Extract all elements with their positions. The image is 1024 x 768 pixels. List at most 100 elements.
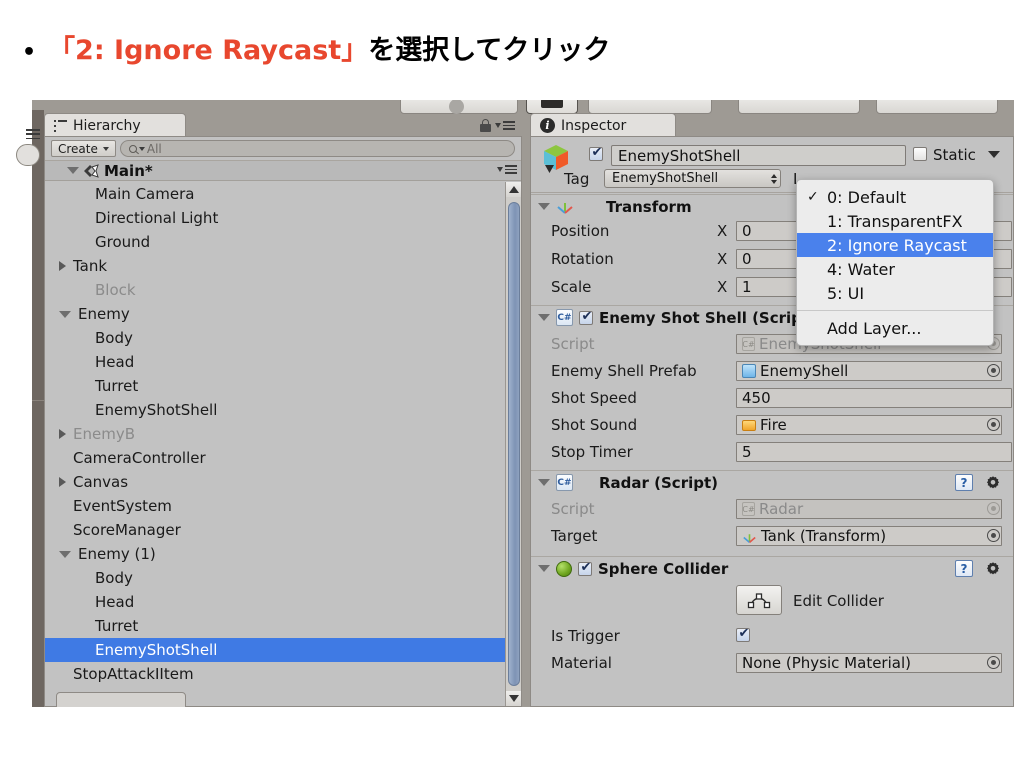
- layer-option-label: 5: UI: [827, 283, 865, 303]
- chevron-down-icon[interactable]: [59, 310, 71, 318]
- radar-script-value: Radar: [759, 500, 804, 518]
- hierarchy-item-ground[interactable]: Ground: [45, 230, 505, 254]
- enemy-shot-shell-enabled-checkbox[interactable]: [579, 309, 594, 325]
- static-checkbox[interactable]: [913, 147, 927, 161]
- scene-row-menu-icon[interactable]: [497, 165, 517, 174]
- hierarchy-item-enemy[interactable]: Enemy: [45, 302, 505, 326]
- tab-inspector[interactable]: i Inspector: [530, 113, 676, 137]
- help-icon[interactable]: ?: [955, 560, 973, 577]
- toolbar-button-1[interactable]: [400, 100, 518, 114]
- is-trigger-checkbox[interactable]: [736, 626, 751, 642]
- chevron-right-icon[interactable]: [59, 429, 66, 439]
- toolbar-button-2[interactable]: [526, 100, 578, 114]
- chevron-open-icon[interactable]: [67, 167, 79, 174]
- hierarchy-item-canvas[interactable]: Canvas: [45, 470, 505, 494]
- scale-axis-x-label: X: [717, 278, 728, 296]
- material-picker-icon[interactable]: [987, 656, 1000, 669]
- hierarchy-item-head[interactable]: Head: [45, 350, 505, 374]
- chevron-open-icon[interactable]: [538, 479, 550, 486]
- lock-icon[interactable]: [480, 119, 491, 132]
- scroll-up-arrow-icon[interactable]: [506, 182, 521, 197]
- hierarchy-item-label: Main Camera: [95, 185, 195, 203]
- hierarchy-scroll-thumb[interactable]: [508, 202, 520, 686]
- hierarchy-scrollbar[interactable]: [505, 182, 521, 706]
- shot-sound-field[interactable]: Fire: [736, 415, 1002, 435]
- hierarchy-item-stopattackiitem[interactable]: StopAttackIItem: [45, 662, 505, 682]
- hierarchy-item-body[interactable]: Body: [45, 326, 505, 350]
- hierarchy-item-enemyshotshell[interactable]: EnemyShotShell: [45, 398, 505, 422]
- component-header-sphere-collider[interactable]: Sphere Collider ?: [531, 556, 1013, 580]
- static-dropdown-chevron-icon[interactable]: [988, 151, 1000, 158]
- component-title-sphere-collider: Sphere Collider: [598, 559, 729, 578]
- gameobject-name-input[interactable]: EnemyShotShell: [611, 145, 906, 166]
- layer-option-0-default[interactable]: ✓ 0: Default: [797, 185, 993, 209]
- chevron-right-icon[interactable]: [59, 477, 66, 487]
- hierarchy-item-tank[interactable]: Tank: [45, 254, 505, 278]
- script-label: Script: [551, 335, 595, 353]
- shot-speed-input[interactable]: 450: [736, 388, 1012, 408]
- radar-script-picker-icon[interactable]: [987, 502, 1000, 515]
- partial-toolbar-button[interactable]: [16, 144, 40, 166]
- hierarchy-item-head[interactable]: Head: [45, 590, 505, 614]
- hierarchy-item-enemy-1[interactable]: Enemy (1): [45, 542, 505, 566]
- panel-menu-icon[interactable]: [495, 121, 515, 130]
- enemy-shell-prefab-field[interactable]: EnemyShell: [736, 361, 1002, 381]
- help-icon[interactable]: ?: [955, 474, 973, 491]
- title-rest: を選択してクリック: [368, 35, 611, 66]
- scene-root-label: Main*: [104, 161, 153, 180]
- layer-option-2-ignore-raycast[interactable]: 2: Ignore Raycast: [797, 233, 993, 257]
- hierarchy-item-block[interactable]: Block: [45, 278, 505, 302]
- hierarchy-item-turret[interactable]: Turret: [45, 614, 505, 638]
- gameobject-enabled-checkbox[interactable]: [589, 145, 604, 161]
- hierarchy-tree[interactable]: Main Camera Directional Light Ground Tank Bl…: [45, 182, 505, 682]
- chevron-open-icon[interactable]: [538, 314, 550, 321]
- scroll-down-arrow-icon[interactable]: [506, 691, 521, 706]
- component-title-radar: Radar (Script): [599, 473, 719, 492]
- chevron-open-icon[interactable]: [538, 203, 550, 210]
- edit-collider-button[interactable]: [736, 585, 782, 615]
- toolbar-button-3[interactable]: [588, 100, 712, 114]
- chevron-down-icon[interactable]: [59, 550, 71, 558]
- hierarchy-item-cameracontroller[interactable]: CameraController: [45, 446, 505, 470]
- hierarchy-search-input[interactable]: All: [119, 140, 515, 157]
- hierarchy-item-enemyb[interactable]: EnemyB: [45, 422, 505, 446]
- toolbar-button-4[interactable]: [738, 100, 860, 114]
- hierarchy-item-eventsystem[interactable]: EventSystem: [45, 494, 505, 518]
- bottom-partial-tab[interactable]: [56, 692, 186, 707]
- hierarchy-item-directional-light[interactable]: Directional Light: [45, 206, 505, 230]
- layer-dropdown-menu[interactable]: ✓ 0: Default 1: TransparentFX 2: Ignore Ray…: [796, 179, 994, 346]
- chevron-right-icon[interactable]: [59, 261, 66, 271]
- component-header-radar[interactable]: C# Radar (Script) ?: [531, 470, 1013, 494]
- shot-sound-value: Fire: [760, 416, 787, 434]
- create-button[interactable]: Create: [51, 140, 116, 157]
- chevron-open-icon[interactable]: [538, 565, 550, 572]
- hierarchy-item-turret[interactable]: Turret: [45, 374, 505, 398]
- hierarchy-item-scoremanager[interactable]: ScoreManager: [45, 518, 505, 542]
- tag-dropdown[interactable]: EnemyShotShell: [604, 169, 781, 188]
- hierarchy-item-enemyshotshell[interactable]: EnemyShotShell: [45, 638, 505, 662]
- stop-timer-input[interactable]: 5: [736, 442, 1012, 462]
- gear-icon[interactable]: [985, 475, 1001, 491]
- layer-option-5-ui[interactable]: 5: UI: [797, 281, 993, 305]
- hierarchy-item-body[interactable]: Body: [45, 566, 505, 590]
- menu-hamburger-icon[interactable]: [26, 129, 40, 139]
- toolbar-button-5[interactable]: [876, 100, 998, 114]
- radar-target-field[interactable]: Tank (Transform): [736, 526, 1002, 546]
- sphere-collider-enabled-checkbox[interactable]: [578, 560, 593, 576]
- hierarchy-item-main-camera[interactable]: Main Camera: [45, 182, 505, 206]
- scene-root-row[interactable]: Main*: [45, 161, 521, 181]
- gear-icon[interactable]: [985, 561, 1001, 577]
- enemy-shell-prefab-row: Enemy Shell Prefab EnemyShell: [531, 358, 1013, 384]
- layer-option-4-water[interactable]: 4: Water: [797, 257, 993, 281]
- radar-script-field[interactable]: C# Radar: [736, 499, 1002, 519]
- hierarchy-item-label: EnemyB: [73, 425, 135, 443]
- add-layer-menu-item[interactable]: Add Layer...: [797, 316, 993, 340]
- shot-sound-picker-icon[interactable]: [987, 418, 1000, 431]
- component-title-enemy-shot-shell: Enemy Shot Shell (Script): [599, 308, 816, 327]
- radar-target-picker-icon[interactable]: [987, 529, 1000, 542]
- layer-option-1-transparentfx[interactable]: 1: TransparentFX: [797, 209, 993, 233]
- enemy-shell-prefab-picker-icon[interactable]: [987, 364, 1000, 377]
- tab-hierarchy[interactable]: Hierarchy: [44, 113, 186, 137]
- material-field[interactable]: None (Physic Material): [736, 653, 1002, 673]
- sphere-collider-icon: [556, 560, 572, 577]
